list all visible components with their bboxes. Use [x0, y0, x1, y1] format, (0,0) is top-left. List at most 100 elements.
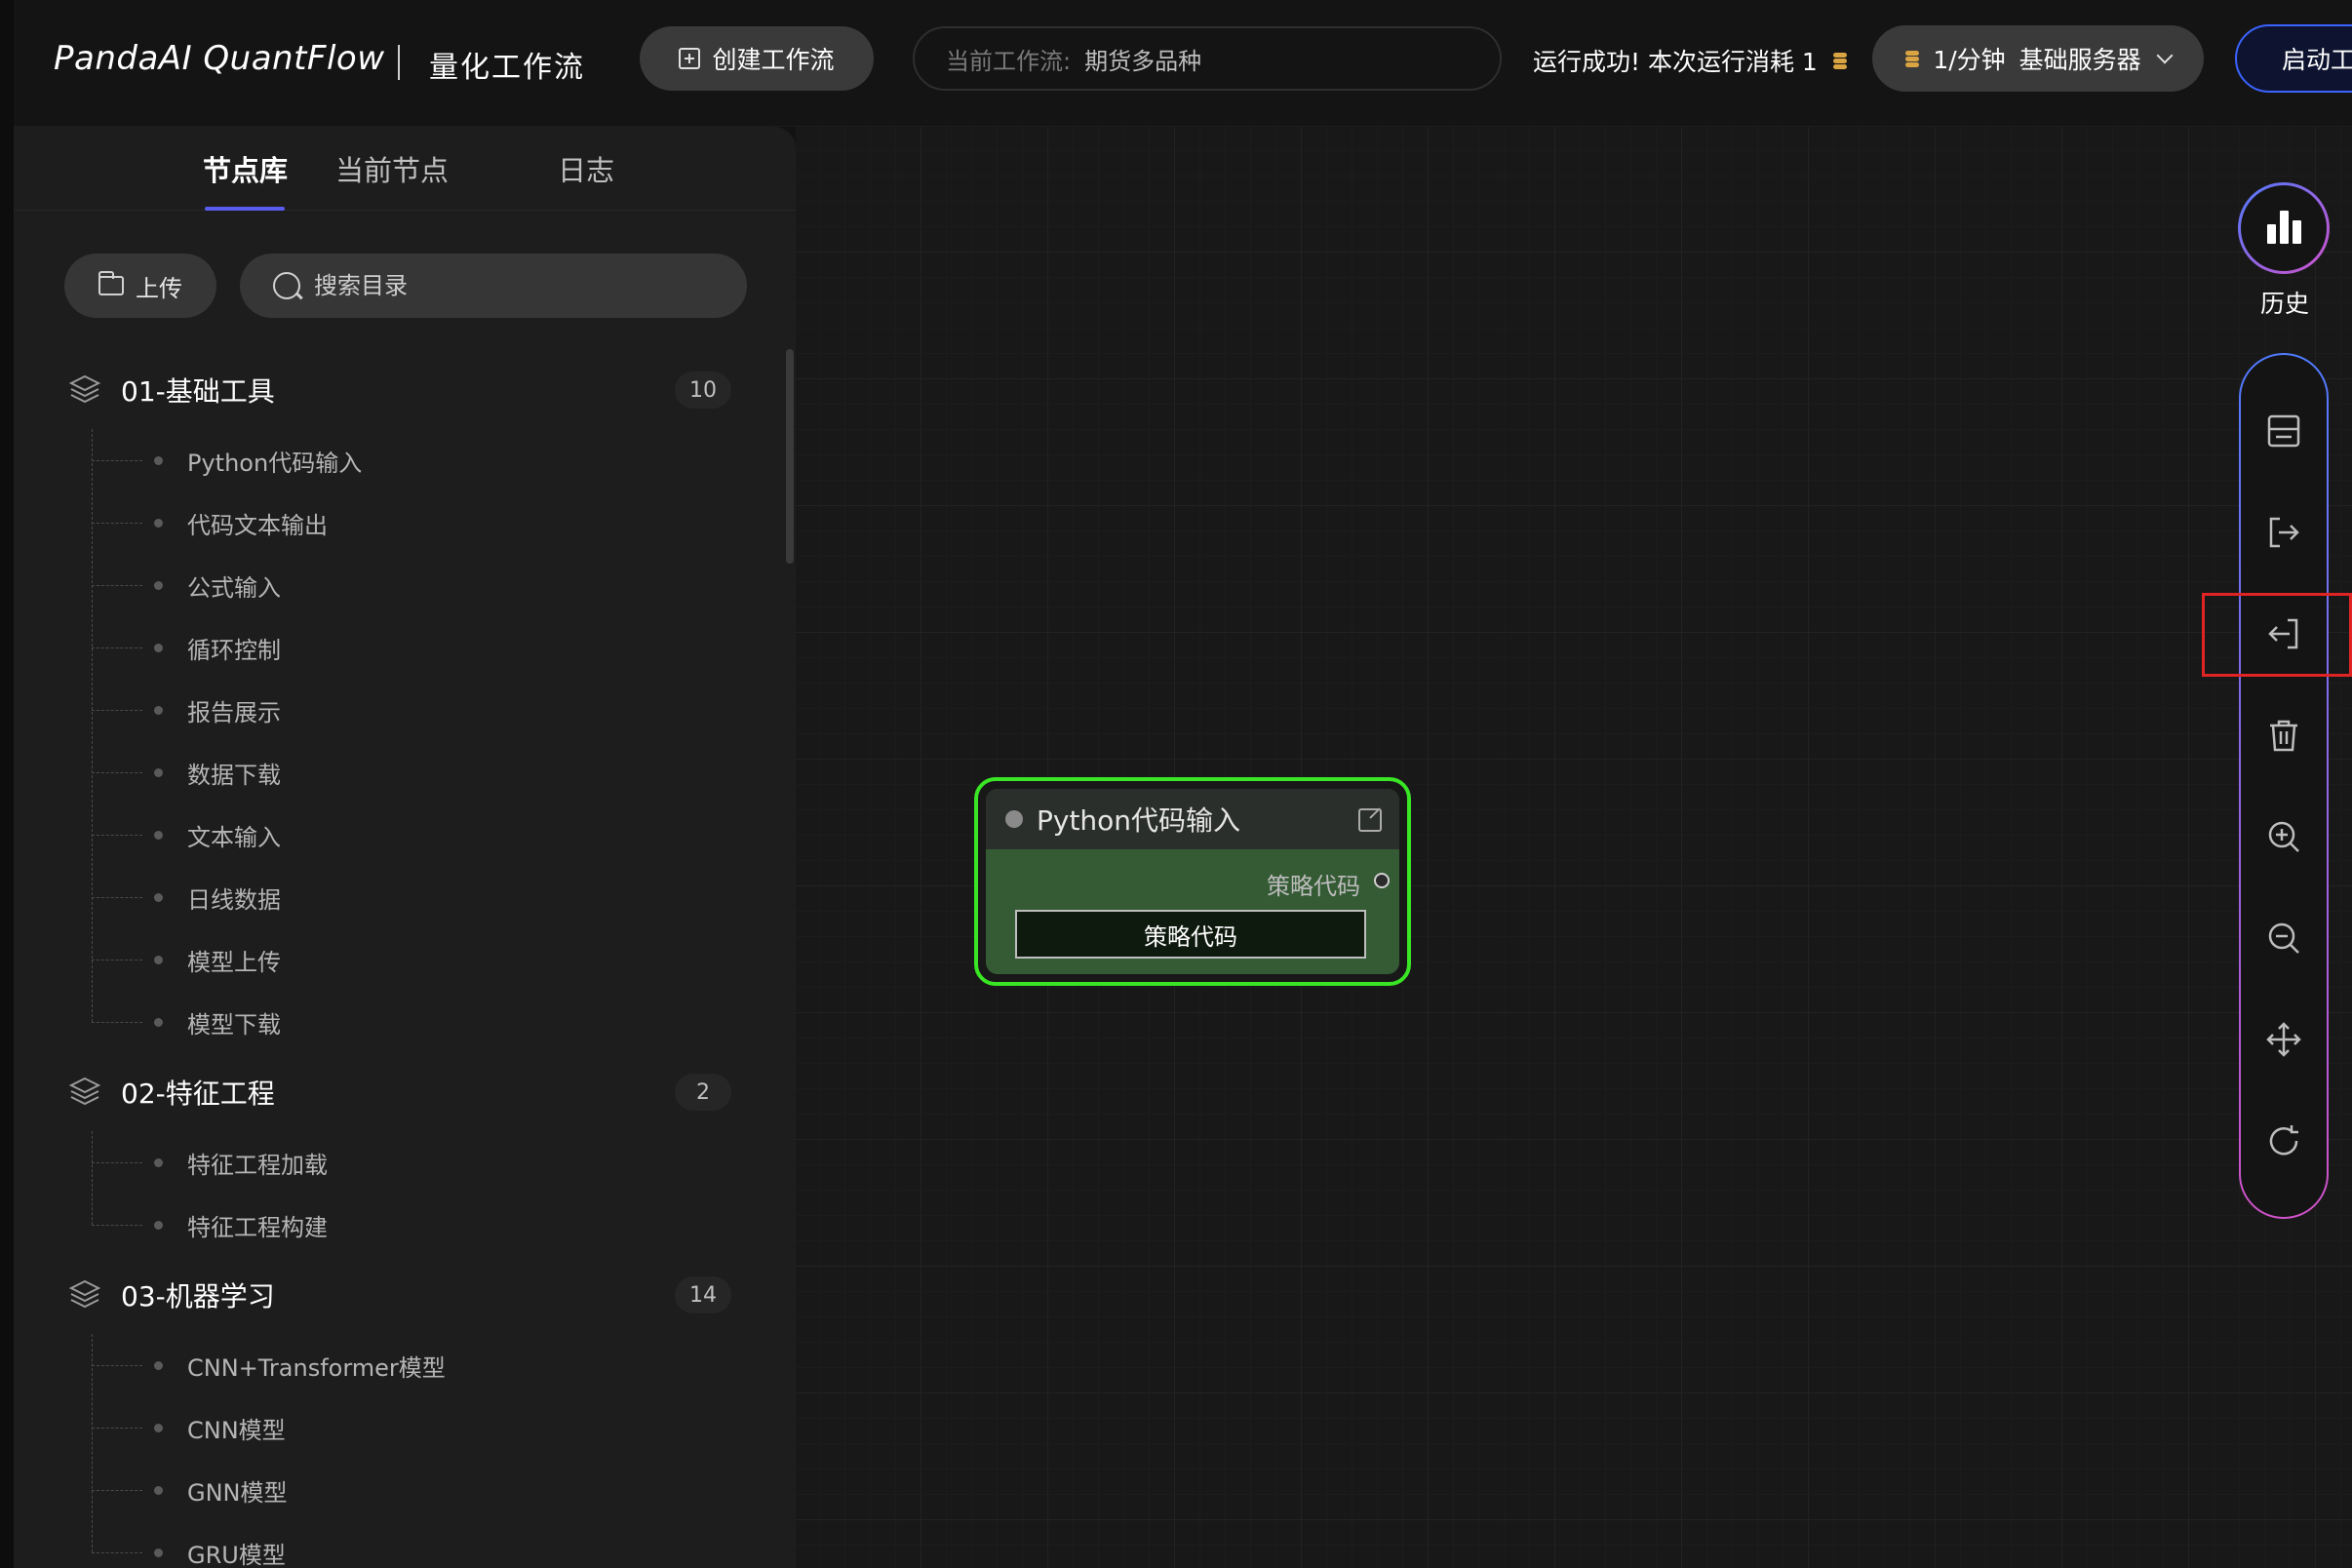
bullet-dot — [154, 1157, 163, 1167]
tab-current-node[interactable]: 当前节点 — [335, 148, 449, 189]
node-list-item[interactable]: CNN模型 — [14, 1396, 784, 1459]
node-list-item[interactable]: 公式输入 — [14, 554, 784, 616]
node-list-item-label: 循环控制 — [187, 636, 281, 664]
move-icon[interactable] — [2253, 1008, 2315, 1071]
node-list-item[interactable]: 模型下载 — [14, 991, 784, 1053]
upload-button[interactable]: 上传 — [64, 254, 216, 318]
node-list-item[interactable]: Python代码输入 — [14, 429, 784, 491]
node-count-badge: 10 — [675, 372, 731, 409]
node-list-item[interactable]: 日线数据 — [14, 866, 784, 928]
delete-icon[interactable] — [2253, 704, 2315, 766]
panel-tabs: 节点库 当前节点 日志 — [14, 127, 796, 211]
layers-icon — [68, 372, 101, 406]
node-group: 01-基础工具 10 Python代码输入代码文本输出 公式输入循环控制报告展示数据下… — [14, 351, 784, 1053]
node-group-header[interactable]: 03-机器学习 14 — [14, 1256, 784, 1334]
tab-logs[interactable]: 日志 — [558, 148, 614, 189]
export-icon[interactable] — [2253, 501, 2315, 564]
create-workflow-label: 创建工作流 — [712, 46, 835, 74]
node-count-badge: 2 — [675, 1074, 731, 1111]
node-group: 02-特征工程 2 特征工程加载 特征工程构建 — [14, 1053, 784, 1256]
brand-divider — [398, 45, 400, 80]
zoom-out-icon[interactable] — [2253, 907, 2315, 969]
node-list-item-label: GNN模型 — [187, 1478, 288, 1507]
node-list-item[interactable]: GRU模型 — [14, 1521, 784, 1568]
tree-branch — [92, 647, 142, 648]
node-header[interactable]: Python代码输入 — [986, 789, 1399, 849]
node-list-item-label: 报告展示 — [187, 698, 281, 726]
search-input[interactable] — [314, 272, 685, 299]
node-list-item-label: CNN+Transformer模型 — [187, 1353, 446, 1382]
search-box[interactable] — [240, 254, 747, 318]
node-list-item[interactable]: 特征工程加载 — [14, 1131, 784, 1194]
node-list-item[interactable]: 模型上传 — [14, 928, 784, 991]
tab-node-library[interactable]: 节点库 — [203, 148, 288, 189]
node-list-item-label: GRU模型 — [187, 1541, 286, 1568]
tree-branch — [92, 772, 142, 773]
tree-branch — [92, 585, 142, 586]
bullet-dot — [154, 518, 163, 528]
strategy-code-button[interactable]: 策略代码 — [1015, 910, 1366, 959]
bullet-dot — [154, 892, 163, 902]
node-list-item[interactable]: GNN模型 — [14, 1459, 784, 1521]
save-icon[interactable] — [2253, 400, 2315, 462]
node-group-title: 03-机器学习 — [121, 1280, 275, 1313]
node-group-title: 01-基础工具 — [121, 375, 275, 408]
node-list-item[interactable]: 数据下载 — [14, 741, 784, 804]
output-port[interactable] — [1374, 873, 1390, 888]
bullet-dot — [154, 955, 163, 964]
tree-branch — [92, 1365, 142, 1366]
tree-branch — [92, 1162, 142, 1163]
server-name: 基础服务器 — [2019, 46, 2141, 74]
coin-icon — [1905, 51, 1920, 67]
run-status-text: 运行成功! 本次运行消耗 1 — [1533, 48, 1818, 76]
window-edge — [0, 0, 14, 1568]
node-group-header[interactable]: 02-特征工程 2 — [14, 1053, 784, 1131]
create-workflow-button[interactable]: 创建工作流 — [640, 26, 874, 91]
history-label: 历史 — [2260, 290, 2310, 318]
bullet-dot — [154, 1548, 163, 1557]
node-list-item-label: 特征工程构建 — [187, 1213, 328, 1241]
node-list-item-label: CNN模型 — [187, 1416, 286, 1444]
zoom-in-icon[interactable] — [2253, 805, 2315, 868]
bullet-dot — [154, 705, 163, 715]
bullet-dot — [154, 1423, 163, 1432]
panel-scrollbar[interactable] — [786, 349, 794, 564]
brand-subtitle: 量化工作流 — [429, 51, 585, 85]
node-group-items: CNN+Transformer模型 CNN模型 GNN模型 GRU模型 — [14, 1334, 784, 1568]
bullet-dot — [154, 643, 163, 652]
workflow-node[interactable]: Python代码输入 策略代码 策略代码 — [974, 777, 1411, 986]
node-list-item[interactable]: 报告展示 — [14, 679, 784, 741]
node-list-item[interactable]: 代码文本输出 — [14, 491, 784, 554]
bullet-dot — [154, 1485, 163, 1495]
tree-branch — [92, 710, 142, 711]
start-workflow-button[interactable]: 启动工作流 — [2235, 24, 2352, 93]
node-list-item-label: 特征工程加载 — [187, 1151, 328, 1179]
bullet-dot — [154, 1360, 163, 1370]
search-icon — [273, 272, 300, 299]
coin-icon — [1832, 53, 1847, 69]
tree-branch — [92, 1022, 142, 1023]
edit-icon[interactable] — [1358, 808, 1382, 832]
node-list-item-label: 模型上传 — [187, 948, 281, 976]
refresh-icon[interactable] — [2253, 1110, 2315, 1172]
history-button[interactable] — [2241, 185, 2327, 271]
tree-branch — [92, 1552, 142, 1553]
tree-branch — [92, 1225, 142, 1226]
node-list-item[interactable]: 文本输入 — [14, 804, 784, 866]
node-list-item[interactable]: 循环控制 — [14, 616, 784, 679]
node-list-item-label: Python代码输入 — [187, 449, 363, 477]
current-workflow-field[interactable]: 当前工作流: 期货多品种 — [913, 26, 1502, 91]
server-select[interactable]: 1/分钟 基础服务器 — [1872, 25, 2204, 92]
node-tree: 01-基础工具 10 Python代码输入代码文本输出 公式输入循环控制报告展示数据下… — [14, 351, 784, 1568]
output-port-label: 策略代码 — [1267, 873, 1360, 900]
import-icon[interactable] — [2253, 603, 2315, 665]
node-list-item[interactable]: 特征工程构建 — [14, 1194, 784, 1256]
node-group-header[interactable]: 01-基础工具 10 — [14, 351, 784, 429]
node-body: Python代码输入 策略代码 策略代码 — [986, 789, 1399, 974]
node-count-badge: 14 — [675, 1276, 731, 1313]
node-group: 03-机器学习 14 CNN+Transformer模型 CNN模型 GNN模型 GRU模… — [14, 1256, 784, 1568]
node-library-panel: 节点库 当前节点 日志 上传 01-基础工具 10 Python代码输入代码文本输出… — [14, 127, 796, 1568]
brand-logo: PandaAI QuantFlow — [54, 39, 385, 78]
bullet-dot — [154, 767, 163, 777]
node-list-item[interactable]: CNN+Transformer模型 — [14, 1334, 784, 1396]
